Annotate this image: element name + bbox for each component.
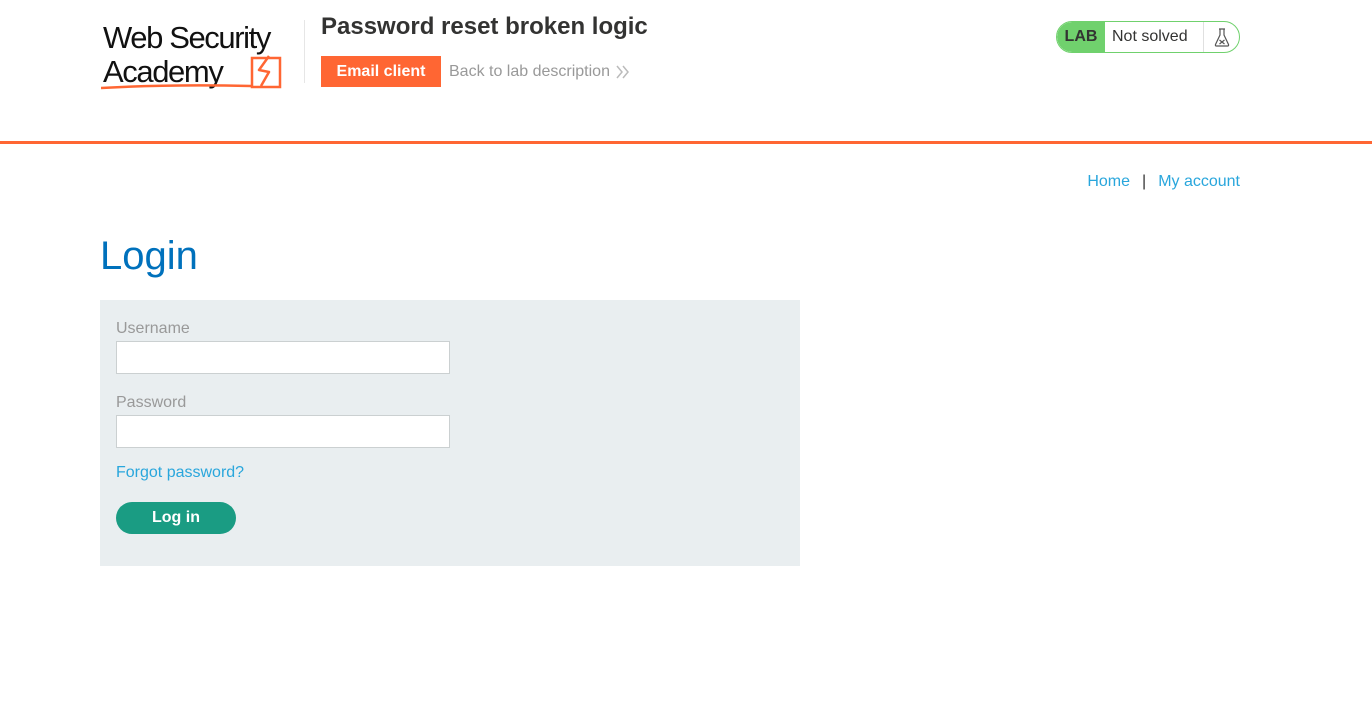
- nav-home-link[interactable]: Home: [1087, 173, 1130, 191]
- double-chevron-right-icon: [616, 65, 629, 79]
- page-title: Login: [100, 234, 198, 278]
- header-divider: [304, 20, 305, 83]
- username-input[interactable]: [116, 341, 450, 374]
- email-client-button[interactable]: Email client: [321, 56, 441, 87]
- nav-my-account-link[interactable]: My account: [1158, 173, 1240, 191]
- back-to-lab-description-link[interactable]: Back to lab description: [449, 61, 630, 83]
- academy-header: Web Security Academy Password reset brok…: [0, 0, 1372, 144]
- back-link-label: Back to lab description: [449, 63, 610, 80]
- lab-status-widget: LAB Not solved: [1056, 21, 1240, 53]
- nav-separator: |: [1142, 173, 1147, 190]
- password-input[interactable]: [116, 415, 450, 448]
- login-form: Username Password Forgot password? Log i…: [100, 300, 800, 566]
- flask-icon: [1203, 22, 1239, 52]
- username-label: Username: [116, 320, 190, 337]
- svg-text:Web Security: Web Security: [103, 20, 272, 55]
- log-in-button[interactable]: Log in: [116, 502, 236, 534]
- web-security-academy-logo[interactable]: Web Security Academy: [100, 18, 301, 92]
- lab-badge: LAB: [1057, 22, 1105, 52]
- logo-graphic: Web Security Academy: [100, 20, 282, 90]
- lab-status-text: Not solved: [1112, 28, 1188, 45]
- svg-text:Academy: Academy: [103, 54, 224, 89]
- lightning-icon: [250, 55, 282, 89]
- top-nav: Home | My account: [1087, 173, 1240, 191]
- password-label: Password: [116, 394, 187, 411]
- forgot-password-link[interactable]: Forgot password?: [116, 464, 244, 482]
- lab-title: Password reset broken logic: [321, 13, 648, 40]
